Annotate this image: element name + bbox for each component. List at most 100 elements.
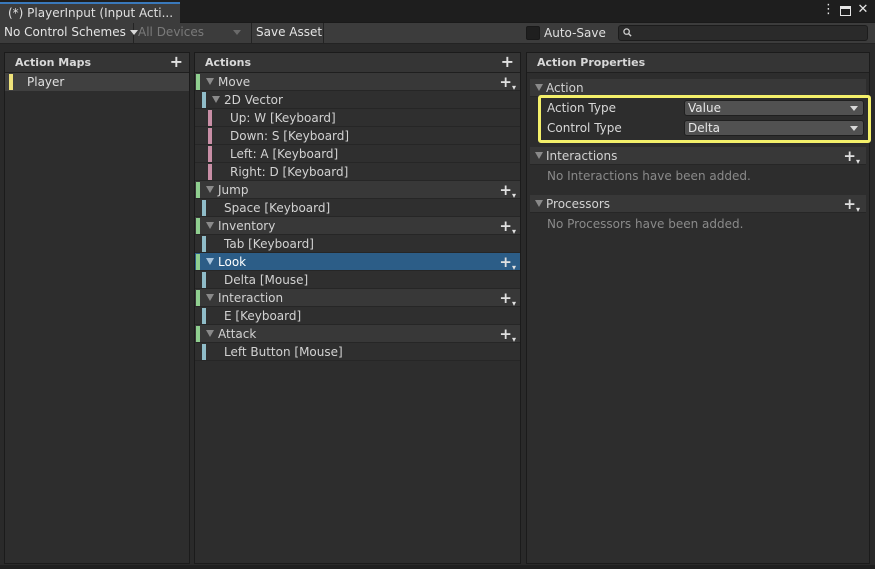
action-label: Jump [218, 183, 249, 197]
search-icon [623, 28, 632, 37]
binding-color-bar [202, 200, 206, 216]
action-color-bar [196, 290, 200, 306]
action-row-attack[interactable]: Attack +▾ [195, 325, 520, 344]
binding-row[interactable]: Left: A [Keyboard] [195, 145, 520, 163]
action-properties-title: Action Properties [537, 56, 646, 69]
composite-label: 2D Vector [224, 93, 283, 107]
action-label: Move [218, 75, 251, 89]
action-label: Look [218, 255, 247, 269]
foldout-arrow-icon[interactable] [212, 96, 220, 103]
window-tab-strip: (*) PlayerInput (Input Acti... ⋮ ✕ [0, 0, 875, 23]
action-color-bar [196, 182, 200, 198]
foldout-arrow-icon[interactable] [206, 258, 214, 265]
processors-empty-message: No Processors have been added. [547, 217, 744, 231]
foldout-arrow-icon[interactable] [535, 200, 543, 207]
foldout-arrow-icon[interactable] [206, 294, 214, 301]
binding-color-bar [208, 164, 212, 180]
binding-row[interactable]: Space [Keyboard] [195, 199, 520, 217]
control-schemes-label: No Control Schemes [4, 25, 126, 39]
interactions-section-header[interactable]: Interactions +▾ [530, 147, 866, 166]
binding-label: Tab [Keyboard] [224, 237, 314, 251]
action-color-bar [196, 218, 200, 234]
maximize-icon[interactable] [840, 5, 851, 16]
binding-color-bar [202, 272, 206, 288]
action-maps-panel: Action Maps + Player [4, 52, 190, 564]
composite-row[interactable]: 2D Vector [195, 91, 520, 109]
add-action-map-button[interactable]: + [170, 53, 183, 71]
binding-label: Left Button [Mouse] [224, 345, 343, 359]
action-maps-header: Action Maps + [5, 53, 189, 73]
add-action-button[interactable]: + [501, 53, 514, 71]
binding-row[interactable]: Right: D [Keyboard] [195, 163, 520, 181]
devices-dropdown[interactable]: All Devices [134, 23, 252, 43]
add-interaction-button[interactable]: +▾ [843, 147, 860, 171]
foldout-arrow-icon[interactable] [535, 152, 543, 159]
actions-title: Actions [205, 56, 251, 69]
action-color-bar [196, 254, 200, 270]
save-asset-label: Save Asset [256, 25, 323, 39]
action-row-look[interactable]: Look +▾ [195, 253, 520, 272]
binding-color-bar [202, 236, 206, 252]
binding-label: Left: A [Keyboard] [230, 147, 339, 161]
add-processor-button[interactable]: +▾ [843, 195, 860, 219]
binding-row[interactable]: E [Keyboard] [195, 307, 520, 325]
auto-save-checkbox[interactable] [526, 26, 540, 40]
action-row-move[interactable]: Move +▾ [195, 73, 520, 92]
actions-header: Actions + [195, 53, 520, 73]
action-map-label: Player [27, 75, 65, 89]
foldout-arrow-icon[interactable] [535, 84, 543, 91]
binding-label: Right: D [Keyboard] [230, 165, 349, 179]
binding-color-bar [208, 128, 212, 144]
control-schemes-dropdown[interactable]: No Control Schemes [0, 23, 138, 43]
foldout-arrow-icon[interactable] [206, 186, 214, 193]
foldout-arrow-icon[interactable] [206, 330, 214, 337]
binding-color-bar [202, 92, 206, 108]
toolbar: No Control Schemes All Devices Save Asse… [0, 23, 875, 44]
chevron-down-icon [233, 30, 241, 35]
search-input[interactable] [618, 25, 868, 41]
binding-label: Down: S [Keyboard] [230, 129, 350, 143]
binding-row[interactable]: Left Button [Mouse] [195, 343, 520, 361]
action-map-color-bar [9, 74, 13, 90]
action-label: Interaction [218, 291, 284, 305]
action-maps-title: Action Maps [15, 56, 92, 69]
action-label: Inventory [218, 219, 276, 233]
processors-section-label: Processors [546, 197, 611, 211]
action-row-jump[interactable]: Jump +▾ [195, 181, 520, 200]
binding-row[interactable]: Tab [Keyboard] [195, 235, 520, 253]
save-asset-button[interactable]: Save Asset [252, 23, 324, 43]
interactions-section-label: Interactions [546, 149, 618, 163]
binding-row[interactable]: Up: W [Keyboard] [195, 109, 520, 127]
action-section-label: Action [546, 81, 584, 95]
action-label: Attack [218, 327, 257, 341]
window-tab-title: (*) PlayerInput (Input Acti... [8, 6, 174, 20]
binding-row[interactable]: Delta [Mouse] [195, 271, 520, 289]
binding-row[interactable]: Down: S [Keyboard] [195, 127, 520, 145]
foldout-arrow-icon[interactable] [206, 222, 214, 229]
actions-panel: Actions + Move +▾ 2D Vector Up: W [Keybo… [194, 52, 521, 564]
close-icon[interactable]: ✕ [857, 3, 869, 17]
binding-color-bar [202, 308, 206, 324]
more-options-icon[interactable]: ⋮ [822, 3, 835, 17]
bottom-border [0, 565, 875, 569]
window-controls: ⋮ ✕ [822, 3, 869, 17]
processors-section-header[interactable]: Processors +▾ [530, 195, 866, 214]
window-tab[interactable]: (*) PlayerInput (Input Acti... [0, 2, 180, 23]
devices-label: All Devices [138, 25, 204, 39]
binding-color-bar [208, 146, 212, 162]
highlight-box [538, 95, 871, 143]
action-row-inventory[interactable]: Inventory +▾ [195, 217, 520, 236]
binding-color-bar [202, 344, 206, 360]
action-map-item[interactable]: Player [5, 73, 189, 91]
binding-label: Up: W [Keyboard] [230, 111, 336, 125]
binding-label: Delta [Mouse] [224, 273, 309, 287]
action-color-bar [196, 326, 200, 342]
foldout-arrow-icon[interactable] [206, 78, 214, 85]
action-color-bar [196, 74, 200, 90]
binding-color-bar [208, 110, 212, 126]
action-properties-header: Action Properties [527, 53, 869, 73]
action-row-interaction[interactable]: Interaction +▾ [195, 289, 520, 308]
auto-save-label: Auto-Save [544, 26, 606, 40]
interactions-empty-message: No Interactions have been added. [547, 169, 751, 183]
